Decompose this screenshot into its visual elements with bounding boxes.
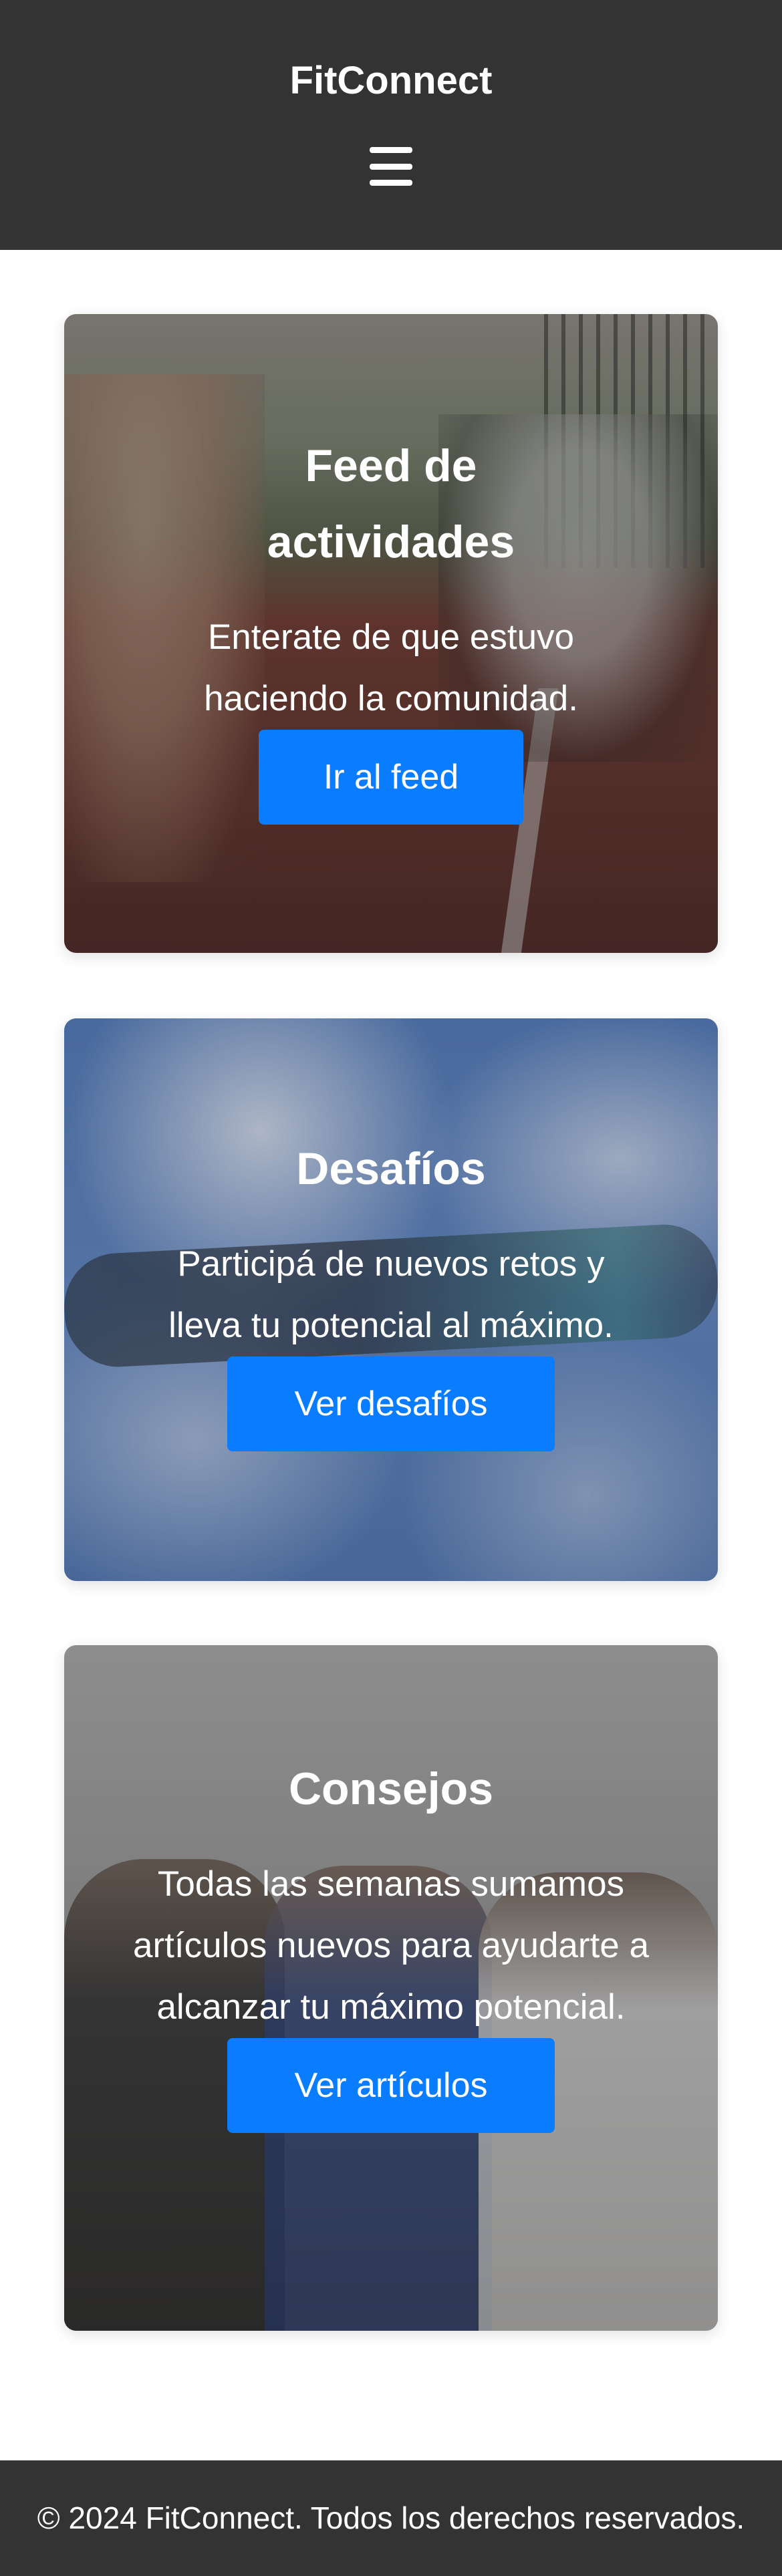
view-articles-button[interactable]: Ver artículos bbox=[227, 2038, 555, 2133]
card-description: Todas las semanas sumamos artículos nuev… bbox=[133, 1864, 649, 2027]
card-content: Consejos Todas las semanas sumamos artíc… bbox=[64, 1751, 718, 2133]
card-tips: Consejos Todas las semanas sumamos artíc… bbox=[64, 1645, 718, 2331]
hamburger-menu-icon[interactable] bbox=[370, 147, 412, 186]
card-title: Consejos bbox=[288, 1763, 494, 1814]
card-activity-feed: Feed de actividades Enterate de que estu… bbox=[64, 314, 718, 953]
go-to-feed-button[interactable]: Ir al feed bbox=[259, 730, 523, 825]
view-challenges-button[interactable]: Ver desafíos bbox=[227, 1356, 555, 1451]
card-title: Feed de actividades bbox=[267, 440, 515, 567]
card-challenges: Desafíos Participá de nuevos retos y lle… bbox=[64, 1018, 718, 1581]
site-footer: © 2024 FitConnect. Todos los derechos re… bbox=[0, 2460, 782, 2576]
menu-bar-bottom bbox=[370, 180, 412, 186]
menu-bar-top bbox=[370, 147, 412, 153]
card-description: Participá de nuevos retos y lleva tu pot… bbox=[168, 1244, 614, 1345]
brand-title[interactable]: FitConnect bbox=[0, 57, 782, 104]
card-title: Desafíos bbox=[296, 1143, 486, 1194]
menu-bar-middle bbox=[370, 163, 412, 170]
card-content: Desafíos Participá de nuevos retos y lle… bbox=[64, 1131, 718, 1451]
copyright-text: © 2024 FitConnect. Todos los derechos re… bbox=[37, 2500, 745, 2535]
card-content: Feed de actividades Enterate de que estu… bbox=[64, 428, 718, 825]
card-description: Enterate de que estuvo haciendo la comun… bbox=[204, 617, 578, 718]
site-header: FitConnect bbox=[0, 0, 782, 250]
